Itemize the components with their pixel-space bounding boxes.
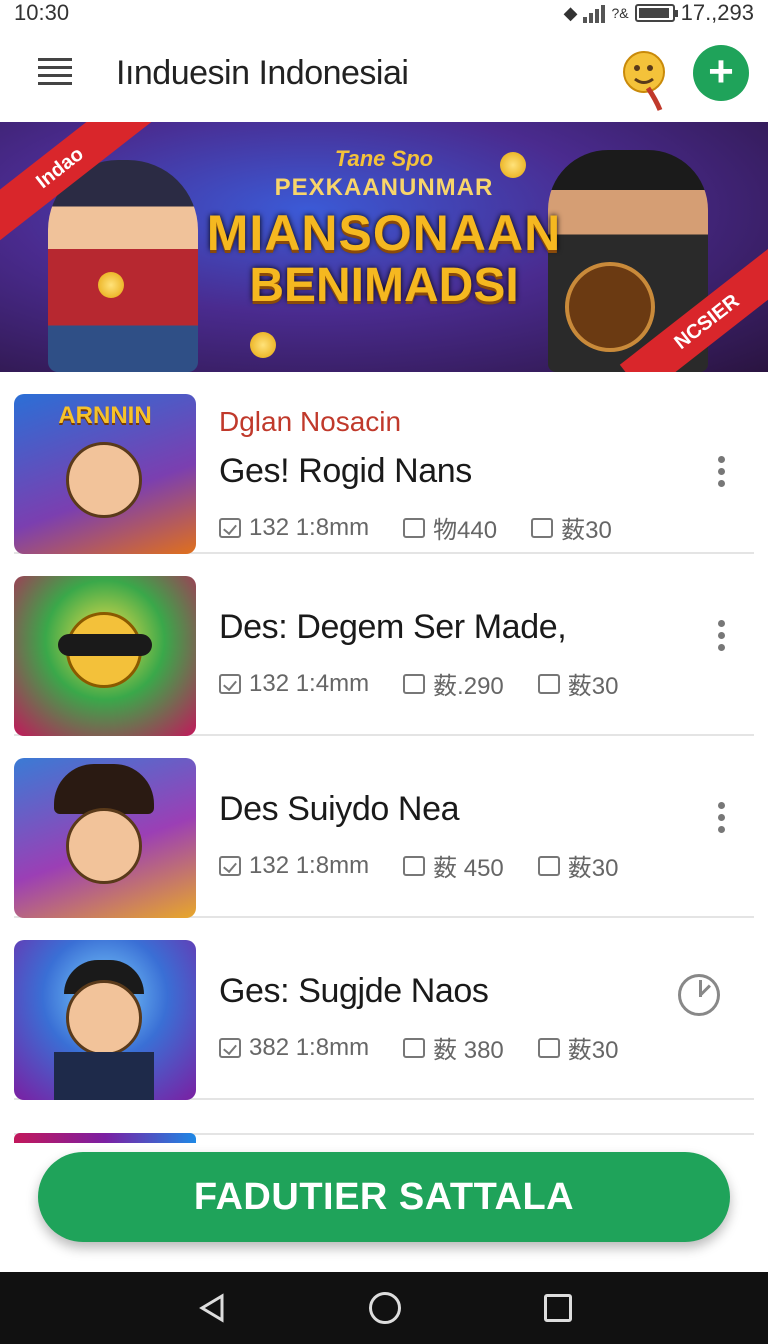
wifi-icon: ◆ bbox=[563, 2, 578, 23]
meta-extra: 薮30 bbox=[561, 517, 612, 544]
box-icon bbox=[537, 855, 560, 876]
checkbox-icon bbox=[219, 1037, 241, 1058]
meta-count: 薮 450 bbox=[433, 855, 504, 882]
system-nav-bar bbox=[0, 1272, 768, 1344]
players-icon bbox=[403, 673, 426, 694]
partial-game-thumbnail bbox=[14, 1133, 196, 1143]
thumbnail-logo: ARNNIN bbox=[58, 402, 152, 429]
suit-image bbox=[54, 1052, 154, 1100]
status-icons: ◆ ?& 17.,293 bbox=[564, 0, 754, 26]
meta-duration: 132 1:8mm bbox=[249, 513, 370, 541]
signal-icon bbox=[583, 3, 606, 23]
item-category: Dglan Nosacin bbox=[219, 406, 402, 437]
app-bar: Iınduesin Indonesiai + bbox=[0, 28, 768, 122]
box-icon bbox=[537, 673, 560, 694]
item-title: Des Suiydo Nea bbox=[219, 790, 460, 828]
item-title: Des: Degem Ser Made, bbox=[219, 608, 567, 646]
players-icon bbox=[403, 1037, 426, 1058]
item-meta: 382 1:8mm 薮 380 薮30 bbox=[219, 1030, 618, 1065]
item-title: Ges: Sugjde Naos bbox=[219, 972, 489, 1010]
coin-icon bbox=[250, 332, 276, 358]
banner-subtitle-2: PEXKAANUNMAR bbox=[274, 174, 494, 201]
banner-headline-2: BENIMADSI bbox=[249, 259, 519, 312]
character-image bbox=[66, 980, 142, 1056]
mascot-emoji-icon[interactable] bbox=[620, 44, 670, 114]
home-icon[interactable] bbox=[369, 1292, 401, 1324]
more-options-icon[interactable] bbox=[718, 620, 728, 656]
game-thumbnail: ARNNIN bbox=[14, 394, 196, 554]
meta-extra: 薮30 bbox=[567, 855, 619, 882]
box-icon bbox=[531, 517, 554, 538]
sunglasses-image bbox=[58, 634, 152, 656]
item-meta: 132 1:8mm 薮 450 薮30 bbox=[219, 848, 618, 883]
list-item[interactable]: Des Suiydo Nea 132 1:8mm 薮 450 薮30 bbox=[14, 736, 754, 918]
app-title: Iınduesin Indonesiai bbox=[116, 54, 409, 92]
promo-banner[interactable]: Tane Spo PEXKAANUNMAR MIANSONAAN BENIMAD… bbox=[0, 122, 768, 372]
timer-icon[interactable] bbox=[678, 974, 720, 1016]
list-item[interactable]: Des: Degem Ser Made, 132 1:4mm 薮.290 薮30 bbox=[14, 554, 754, 736]
meta-duration: 132 1:8mm bbox=[249, 851, 370, 879]
list-item[interactable]: Ges: Sugjde Naos 382 1:8mm 薮 380 薮30 bbox=[14, 918, 754, 1100]
hamburger-menu-icon[interactable] bbox=[38, 58, 72, 88]
back-icon[interactable] bbox=[196, 1292, 228, 1324]
meta-count: 物440 bbox=[433, 517, 498, 544]
item-title: Ges! Rogid Nans bbox=[219, 452, 472, 490]
primary-cta-button[interactable]: FADUTIER SATTALA bbox=[38, 1152, 730, 1242]
players-icon bbox=[403, 855, 426, 876]
add-button[interactable]: + bbox=[693, 45, 749, 101]
banner-headline-1: MIANSONAAN bbox=[206, 205, 562, 261]
signal-text: ?& bbox=[611, 5, 629, 21]
list-item[interactable]: ARNNIN Dglan Nosacin Ges! Rogid Nans 132… bbox=[14, 372, 754, 554]
game-thumbnail bbox=[14, 758, 196, 918]
checkbox-icon bbox=[219, 855, 241, 876]
checkbox-icon bbox=[219, 517, 241, 538]
more-options-icon[interactable] bbox=[718, 802, 728, 838]
meta-count: 薮.290 bbox=[433, 673, 504, 700]
recent-apps-icon[interactable] bbox=[544, 1294, 572, 1322]
meta-duration: 382 1:8mm bbox=[249, 1033, 370, 1061]
status-bar: 10:30 ◆ ?& 17.,293 bbox=[0, 0, 768, 28]
players-icon bbox=[403, 517, 426, 538]
hat-image bbox=[54, 764, 154, 814]
meta-extra: 薮30 bbox=[567, 1037, 619, 1064]
character-image bbox=[66, 808, 142, 884]
character-image bbox=[66, 442, 142, 518]
meta-extra: 薮30 bbox=[567, 673, 619, 700]
meta-duration: 132 1:4mm bbox=[249, 669, 370, 697]
status-time: 10:30 bbox=[14, 0, 70, 25]
game-list: ARNNIN Dglan Nosacin Ges! Rogid Nans 132… bbox=[0, 372, 768, 1100]
checkbox-icon bbox=[219, 673, 241, 694]
meta-count: 薮 380 bbox=[433, 1037, 504, 1064]
box-icon bbox=[537, 1037, 560, 1058]
item-meta: 132 1:4mm 薮.290 薮30 bbox=[219, 666, 618, 701]
more-options-icon[interactable] bbox=[718, 456, 728, 492]
item-meta: 132 1:8mm 物440 薮30 bbox=[219, 510, 612, 545]
game-thumbnail bbox=[14, 940, 196, 1100]
game-thumbnail bbox=[14, 576, 196, 736]
battery-icon bbox=[634, 4, 678, 22]
battery-text: 17.,293 bbox=[680, 0, 754, 25]
